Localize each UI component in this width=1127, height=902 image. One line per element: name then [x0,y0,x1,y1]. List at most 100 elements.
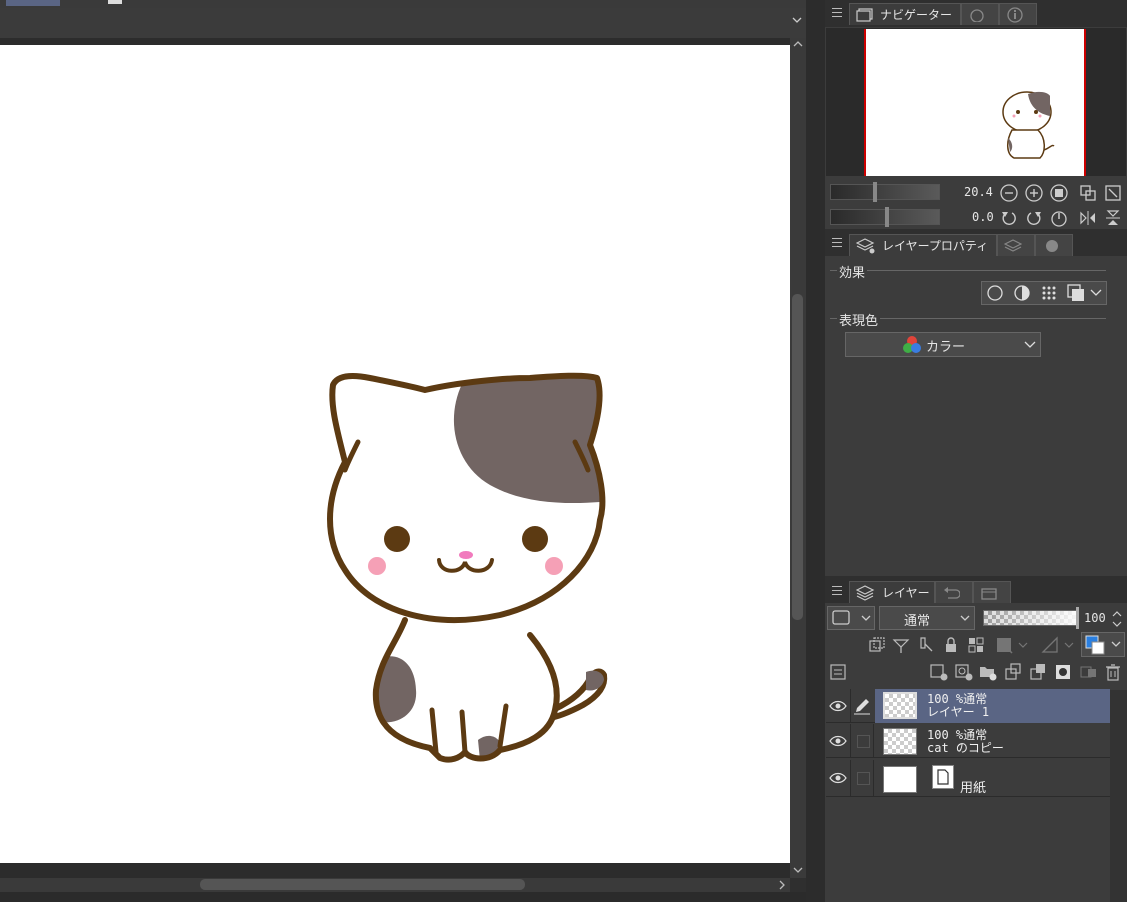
layer-color-dropdown[interactable] [1081,632,1125,657]
rotation-reset-icon[interactable] [1049,208,1069,228]
blend-mode-dropdown[interactable]: 通常 [879,606,975,630]
layer-edit-target-toggle[interactable] [850,724,874,758]
navigator-icon [856,7,873,22]
layer-row[interactable]: 100 %通常 cat のコピー [826,724,1110,758]
layer-name[interactable]: cat のコピー [927,742,1004,755]
auto-action-icon [981,587,997,600]
blend-mode-value: 通常 [904,614,931,629]
layer-list-scrollbar[interactable] [1110,690,1127,902]
scroll-up-icon[interactable] [793,40,803,48]
actual-size-icon[interactable] [1103,183,1123,203]
expression-color-dropdown[interactable]: カラー [845,332,1041,357]
layer-edit-target-toggle[interactable] [850,760,874,797]
layer-visibility-toggle[interactable] [826,689,850,723]
create-mask-icon[interactable] [1052,662,1074,682]
ruler-display-icon[interactable] [1040,635,1076,655]
layer-color-icon[interactable] [1066,284,1086,302]
tab-search-layer[interactable] [997,234,1035,256]
reference-layer-icon[interactable] [890,635,912,655]
zoom-out-icon[interactable] [999,183,1019,203]
tool-icon[interactable] [108,0,122,4]
layer-name[interactable]: レイヤー 1 [927,706,989,719]
edit-target-checkbox [857,735,870,748]
navigator-preview-area[interactable] [826,28,1126,176]
tab-history[interactable] [935,581,973,603]
chevron-down-icon [861,615,871,621]
apply-mask-icon[interactable] [1077,662,1099,682]
layer-row[interactable]: 100 %通常 レイヤー 1 [826,689,1110,723]
tab-auto-action[interactable] [973,581,1011,603]
tab-tool-property[interactable] [1035,234,1073,256]
tab-navigator-label: ナビゲーター [880,8,953,22]
tone-icon[interactable] [1039,284,1059,302]
layer-settings-icon[interactable] [828,662,848,682]
zoom-value[interactable]: 20.4 [964,185,993,199]
lock-transparent-icon[interactable] [965,635,987,655]
new-raster-layer-icon[interactable] [928,662,950,682]
rotation-slider[interactable] [830,207,940,227]
layer-visibility-toggle[interactable] [826,760,850,797]
rotation-slider-handle[interactable] [885,207,889,227]
rotate-left-icon[interactable] [999,208,1019,228]
effect-button-group [981,281,1107,305]
fit-window-icon[interactable] [1078,183,1098,203]
delete-layer-icon[interactable] [1102,662,1124,682]
eye-icon [829,772,847,784]
effect-label: 効果 [837,262,868,281]
layer-thumbnail [883,692,917,719]
tab-layer[interactable]: レイヤー [849,581,935,603]
horizontal-scroll-thumb[interactable] [200,879,525,890]
navigator-cat-thumbnail [1002,91,1055,159]
layer-visibility-toggle[interactable] [826,724,850,758]
new-vector-layer-icon[interactable] [953,662,975,682]
opacity-slider[interactable] [983,607,1079,629]
eye-icon [829,735,847,747]
layer-palette-color-dropdown[interactable] [827,606,875,630]
mask-enable-icon[interactable] [994,635,1030,655]
panel-divider[interactable] [806,0,825,902]
tool-property-icon [1046,239,1058,252]
transfer-to-lower-icon[interactable] [1002,662,1024,682]
clip-lower-layer-icon[interactable] [866,635,888,655]
canvas-paper[interactable] [0,45,790,863]
rotate-right-icon[interactable] [1024,208,1044,228]
eye-icon [829,700,847,712]
panel-menu-icon[interactable] [832,238,844,248]
tab-info[interactable] [999,3,1037,25]
zoom-slider-handle[interactable] [873,182,877,202]
lock-icon[interactable] [940,635,962,655]
canvas-toolbar [0,8,806,39]
panel-menu-icon[interactable] [832,8,844,18]
opacity-value[interactable]: 100 [1084,611,1106,625]
extract-line-icon[interactable] [1012,284,1032,302]
panel-menu-icon[interactable] [832,586,844,596]
zoom-slider[interactable] [830,182,940,202]
tab-navigator[interactable]: ナビゲーター [849,3,961,25]
layer-name[interactable]: 用紙 [960,777,986,796]
merge-down-icon[interactable] [1027,662,1049,682]
canvas-top-strip [0,0,806,8]
zoom-reset-icon[interactable] [1049,183,1069,203]
flip-horizontal-icon[interactable] [1078,208,1098,228]
new-folder-icon[interactable] [977,662,999,682]
draft-layer-icon[interactable] [915,635,937,655]
chevron-down-icon[interactable] [792,16,802,24]
scroll-right-icon[interactable] [778,880,786,890]
paper-layer-icon [932,765,954,789]
color-mode-icon [903,336,921,353]
divider [830,270,1106,271]
layer-row[interactable]: 用紙 [826,760,1110,797]
chevron-down-icon[interactable] [1088,284,1104,302]
vertical-scroll-thumb[interactable] [792,294,803,620]
zoom-in-icon[interactable] [1024,183,1044,203]
layer-edit-target-toggle[interactable] [850,689,874,723]
border-effect-icon[interactable] [985,284,1005,302]
tab-sub-view[interactable] [961,3,999,25]
opacity-slider-handle[interactable] [1076,607,1079,629]
opacity-stepper-icon[interactable] [1112,610,1122,628]
scroll-down-icon[interactable] [793,866,803,874]
tool-mode-indicator[interactable] [6,0,60,6]
tab-layer-property[interactable]: レイヤープロパティ [849,234,997,256]
rotation-value[interactable]: 0.0 [972,210,994,224]
flip-vertical-icon[interactable] [1103,208,1123,228]
